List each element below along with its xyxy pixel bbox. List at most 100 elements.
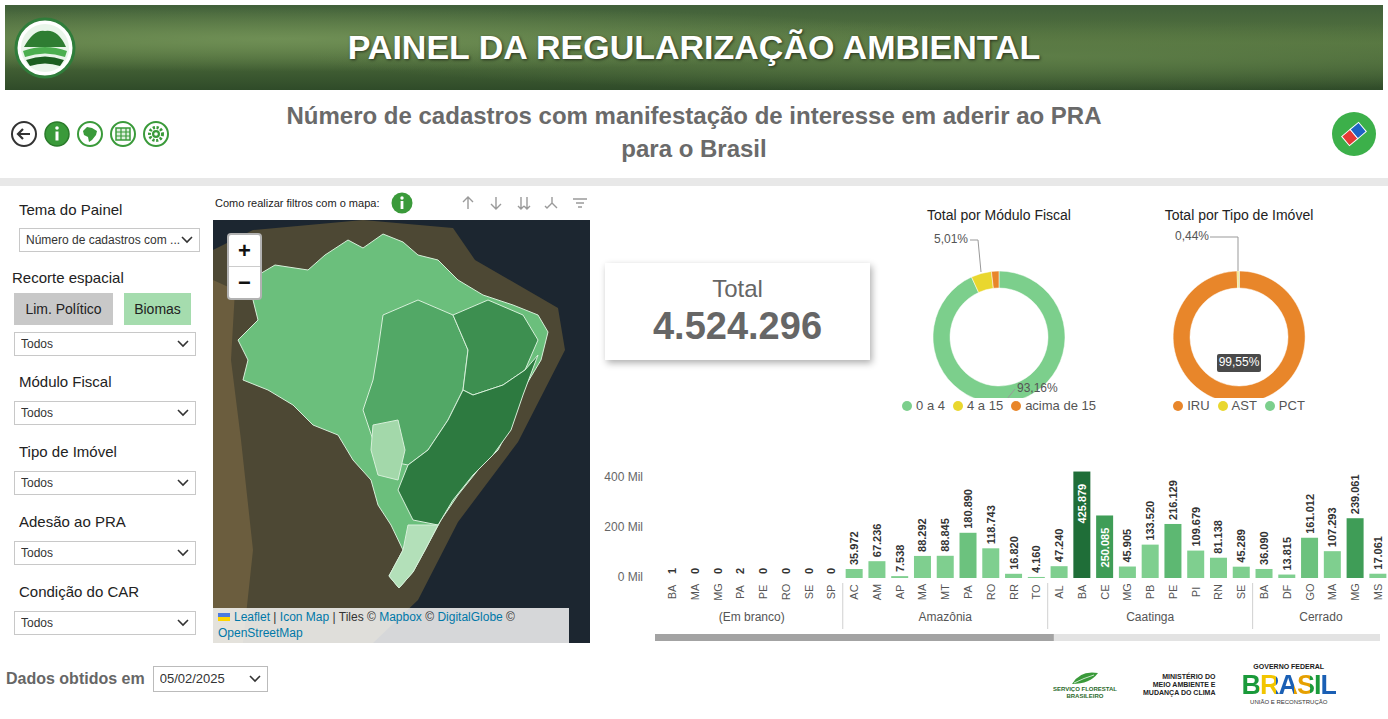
scrollbar[interactable]: [655, 634, 1380, 641]
bar[interactable]: [1164, 524, 1181, 578]
bar[interactable]: [1187, 551, 1204, 578]
bar[interactable]: [1324, 551, 1341, 578]
bar[interactable]: [1347, 518, 1364, 578]
bar[interactable]: [891, 576, 908, 578]
filter-dropdown[interactable]: Todos: [14, 471, 196, 495]
bar[interactable]: [732, 578, 749, 579]
bar[interactable]: [1119, 567, 1136, 578]
donut-chart[interactable]: 99,55%0,44%: [1119, 223, 1359, 398]
bar[interactable]: [1369, 574, 1386, 578]
date-dropdown[interactable]: 05/02/2025: [153, 666, 268, 692]
bar-group: [1164, 524, 1181, 578]
info-icon[interactable]: [391, 192, 413, 214]
biome-region[interactable]: [389, 525, 438, 588]
x-axis-group-label: Caatinga: [1126, 610, 1174, 624]
chevron-down-icon[interactable]: [181, 236, 193, 244]
bar[interactable]: [982, 548, 999, 578]
bar[interactable]: [686, 578, 703, 579]
filter-dropdown[interactable]: Todos: [14, 611, 196, 635]
bar[interactable]: [800, 578, 817, 579]
bar[interactable]: [823, 578, 840, 579]
bar[interactable]: [1096, 515, 1113, 578]
bar-value-label: 216.129: [1167, 480, 1179, 520]
zoom-in-button[interactable]: +: [229, 235, 260, 266]
bar[interactable]: [1210, 558, 1227, 578]
icon-part: [1072, 672, 1098, 684]
bar-group: [1028, 577, 1045, 578]
donut-legend: IRU AST PCT: [1119, 398, 1359, 414]
zoom-out-button[interactable]: −: [229, 266, 260, 298]
donut-slice[interactable]: [1237, 271, 1239, 288]
legend-item[interactable]: acima de 15: [1011, 398, 1096, 414]
theme-dropdown[interactable]: Número de cadastros com ...: [19, 228, 200, 252]
donut-slice[interactable]: [991, 271, 999, 288]
filter-dropdown[interactable]: Todos: [14, 541, 196, 565]
legend-item[interactable]: AST: [1218, 398, 1257, 414]
bar[interactable]: [868, 561, 885, 578]
chevron-down-icon[interactable]: [177, 479, 189, 487]
biome-region[interactable]: [238, 234, 548, 588]
bar-value-label: 0: [803, 568, 815, 574]
dropdown-value: Todos: [21, 406, 53, 420]
bar-value-label: 0: [689, 568, 701, 574]
filter-dropdown[interactable]: Todos: [14, 401, 196, 425]
donut-chart[interactable]: 93,16%5,01%: [879, 223, 1119, 398]
spatial-option-button[interactable]: Lim. Político: [14, 293, 113, 325]
filter-lines-icon[interactable]: [572, 195, 588, 211]
arrow-up-icon[interactable]: [460, 195, 476, 211]
bar[interactable]: [846, 569, 863, 578]
biome-region[interactable]: [398, 355, 538, 525]
donut-slice[interactable]: [972, 271, 994, 292]
legend-item[interactable]: 4 a 15: [953, 398, 1003, 414]
bar[interactable]: [777, 578, 794, 579]
spatial-option-button[interactable]: Biomas: [124, 293, 191, 325]
donut-slice[interactable]: [1238, 271, 1239, 288]
donut-slice[interactable]: [933, 271, 1065, 398]
legend-item[interactable]: 0 a 4: [902, 398, 945, 414]
x-axis-state-label: SE: [1235, 585, 1247, 600]
bar[interactable]: [937, 556, 954, 578]
attribution-link[interactable]: Leaflet: [234, 610, 270, 624]
bar[interactable]: [1028, 577, 1045, 578]
bar[interactable]: [755, 578, 772, 579]
expand-hierarchy-icon[interactable]: [544, 195, 560, 211]
legend-item[interactable]: PCT: [1265, 398, 1305, 414]
chevron-down-icon[interactable]: [177, 549, 189, 557]
bar[interactable]: [664, 578, 681, 579]
chevron-down-icon[interactable]: [249, 675, 261, 683]
attribution-link[interactable]: Mapbox: [379, 610, 422, 624]
chevron-down-icon[interactable]: [177, 409, 189, 417]
bar[interactable]: [709, 578, 726, 579]
arrow-down-icon[interactable]: [488, 195, 504, 211]
attribution-link[interactable]: DigitalGlobe: [437, 610, 502, 624]
bar[interactable]: [1256, 569, 1273, 578]
footer: Dados obtidos em05/02/2025SERVIÇO FLORES…: [0, 650, 1388, 719]
chevron-down-icon[interactable]: [177, 619, 189, 627]
attribution-link[interactable]: Icon Map: [280, 610, 329, 624]
info-icon[interactable]: [43, 120, 71, 148]
brazil-map-icon[interactable]: [76, 120, 104, 148]
donut-slice[interactable]: [1173, 271, 1305, 398]
bar[interactable]: [1005, 574, 1022, 578]
bar[interactable]: [1051, 566, 1068, 578]
attribution-link[interactable]: OpenStreetMap: [218, 626, 303, 640]
chevron-down-icon[interactable]: [177, 340, 189, 348]
spatial-dropdown[interactable]: Todos: [14, 332, 196, 356]
map-canvas[interactable]: [213, 220, 590, 643]
bar[interactable]: [1278, 575, 1295, 578]
bar[interactable]: [1233, 567, 1250, 578]
double-arrow-down-icon[interactable]: [516, 195, 532, 211]
bar-chart[interactable]: 400 Mil200 Mil0 Mil1BA0MA0MG2PA0PE0RO0SE…: [590, 431, 1388, 645]
bar[interactable]: [1073, 472, 1090, 578]
bar[interactable]: [914, 556, 931, 578]
legend-item[interactable]: IRU: [1173, 398, 1209, 414]
bar[interactable]: [960, 533, 977, 578]
gear-icon[interactable]: [142, 120, 170, 148]
bar[interactable]: [1301, 538, 1318, 578]
back-arrow-icon[interactable]: [10, 120, 38, 148]
biome-region[interactable]: [371, 420, 405, 480]
table-icon[interactable]: [109, 120, 137, 148]
eraser-icon[interactable]: [1332, 112, 1376, 156]
scrollbar-thumb[interactable]: [655, 634, 1054, 641]
bar[interactable]: [1142, 545, 1159, 578]
